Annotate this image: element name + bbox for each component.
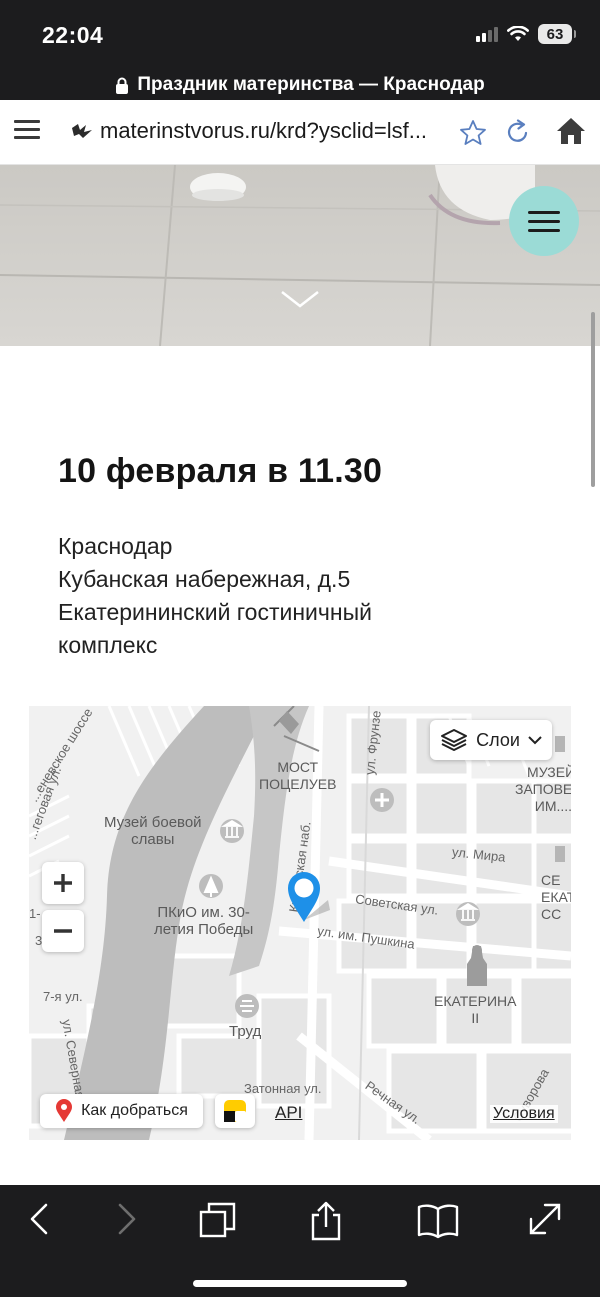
map-label-trud: Труд (229, 1023, 262, 1040)
layers-button[interactable]: Слои (430, 720, 552, 760)
chevron-down-icon[interactable] (280, 289, 320, 309)
wifi-icon (507, 26, 529, 41)
status-time: 22:04 (42, 22, 104, 48)
page-title: Праздник материнства — Краснодар (137, 74, 485, 95)
site-menu-button[interactable] (509, 186, 579, 256)
book-icon[interactable] (416, 1201, 460, 1241)
address-line: Екатерининский гостиничный (58, 599, 372, 625)
url-field[interactable]: materinstvorus.ru/krd?ysclid=lsf... (100, 118, 445, 144)
zoom-in-button[interactable] (42, 862, 84, 904)
street-label: Затонная ул. (244, 1081, 322, 1096)
map-label-monument: ЕКАТЕРИНА II (434, 993, 517, 1026)
api-link[interactable]: API (275, 1103, 302, 1123)
address-line: Краснодар (58, 533, 173, 559)
map-label-museum: Музей боевой славы (104, 814, 202, 848)
cellular-signal-icon (476, 26, 498, 42)
event-date-heading: 10 февраля в 11.30 (58, 452, 383, 490)
status-indicators: 63 (476, 24, 576, 44)
terms-link[interactable]: Условия (490, 1105, 558, 1123)
route-button[interactable]: Как добраться (40, 1094, 203, 1128)
home-indicator[interactable] (193, 1280, 407, 1287)
page-title-bar: Праздник материнства — Краснодар (0, 70, 600, 100)
scrollbar[interactable] (591, 312, 595, 487)
plus-icon (54, 874, 72, 892)
map-label-museum-reserve: МУЗЕЙ- ЗАПОВЕДН ИМ.... (515, 764, 571, 814)
reload-icon[interactable] (505, 118, 531, 146)
yandex-maps-button[interactable] (215, 1094, 255, 1128)
lock-icon (116, 77, 129, 94)
map-label-park: ПКиО им. 30- летия Победы (154, 904, 254, 938)
chevron-down-icon (528, 735, 542, 744)
share-icon[interactable] (306, 1201, 346, 1243)
map-marker-icon (56, 1099, 73, 1122)
street-label: 7-я ул. (43, 989, 83, 1004)
tabs-icon[interactable] (198, 1201, 238, 1241)
route-label: Как добраться (81, 1102, 188, 1119)
hamburger-icon[interactable] (14, 120, 40, 142)
event-address: Краснодар Кубанская набережная, д.5 Екат… (58, 530, 372, 662)
expand-icon[interactable] (527, 1201, 563, 1237)
minus-icon (54, 929, 72, 933)
address-line: комплекс (58, 632, 158, 658)
site-logo-icon (72, 124, 92, 138)
back-arrow-icon[interactable] (26, 1201, 56, 1237)
map-label-bridge: МОСТ ПОЦЕЛУЕВ (259, 759, 337, 792)
layers-icon (441, 729, 468, 751)
yandex-maps-icon (224, 1100, 246, 1122)
hero-photo (0, 165, 600, 346)
street-label: 1- (29, 906, 41, 921)
location-pin-icon[interactable] (284, 870, 334, 926)
map-widget[interactable]: МОСТ ПОЦЕЛУЕВ Музей боевой славы ПКиО им… (29, 706, 571, 1140)
map-label-hotel: СЕ ЕКАТЕРИ СС (541, 872, 571, 922)
zoom-out-button[interactable] (42, 910, 84, 952)
star-icon[interactable] (458, 118, 488, 148)
layers-label: Слои (476, 729, 520, 750)
forward-arrow-icon[interactable] (110, 1201, 140, 1237)
status-bar: 22:04 63 (0, 0, 600, 70)
home-icon[interactable] (555, 116, 587, 146)
battery-indicator: 63 (538, 24, 576, 44)
address-line: Кубанская набережная, д.5 (58, 566, 351, 592)
address-bar: materinstvorus.ru/krd?ysclid=lsf... (0, 100, 600, 165)
